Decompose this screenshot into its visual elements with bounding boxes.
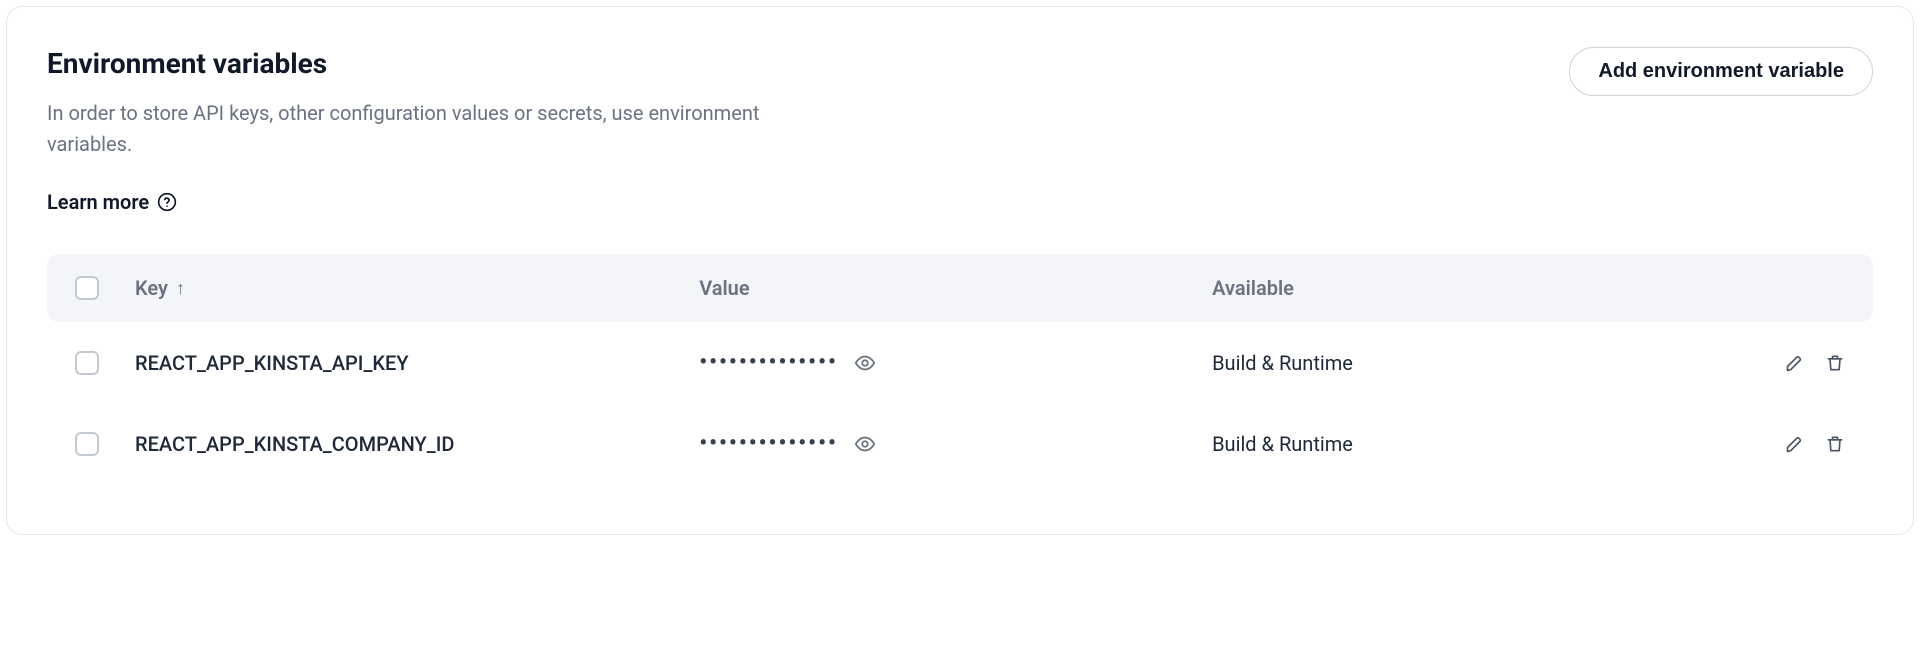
row-checkbox[interactable] — [75, 351, 99, 375]
column-header-value[interactable]: Value — [699, 276, 1212, 300]
column-header-key[interactable]: Key ↑ — [135, 276, 699, 300]
env-var-key: REACT_APP_KINSTA_COMPANY_ID — [135, 432, 699, 456]
reveal-value-button[interactable] — [854, 433, 876, 455]
add-environment-variable-button[interactable]: Add environment variable — [1569, 47, 1873, 96]
edit-button[interactable] — [1785, 353, 1805, 373]
env-var-available: Build & Runtime — [1212, 432, 1725, 456]
row-actions — [1725, 434, 1845, 454]
row-checkbox[interactable] — [75, 432, 99, 456]
table-header-row: Key ↑ Value Available — [47, 254, 1873, 322]
masked-value: •••••••••••••• — [699, 431, 838, 456]
delete-button[interactable] — [1825, 434, 1845, 454]
column-header-available-label: Available — [1212, 276, 1294, 300]
row-select-cell — [75, 432, 135, 456]
env-var-value-cell: •••••••••••••• — [699, 431, 1212, 456]
env-vars-table: Key ↑ Value Available REACT_APP_KINSTA_A… — [47, 254, 1873, 484]
sort-ascending-icon: ↑ — [176, 278, 185, 299]
environment-variables-card: Environment variables In order to store … — [6, 6, 1914, 535]
learn-more-link[interactable]: Learn more — [47, 190, 177, 214]
row-actions — [1725, 353, 1845, 373]
masked-value: •••••••••••••• — [699, 350, 838, 375]
title-block: Environment variables In order to store … — [47, 47, 807, 214]
select-all-cell — [75, 276, 135, 300]
env-var-value-cell: •••••••••••••• — [699, 350, 1212, 375]
table-row: REACT_APP_KINSTA_COMPANY_ID ••••••••••••… — [47, 403, 1873, 484]
reveal-value-button[interactable] — [854, 352, 876, 374]
card-header: Environment variables In order to store … — [47, 47, 1873, 214]
section-title: Environment variables — [47, 47, 807, 80]
learn-more-label: Learn more — [47, 190, 149, 214]
section-description: In order to store API keys, other config… — [47, 98, 807, 160]
edit-button[interactable] — [1785, 434, 1805, 454]
help-icon — [157, 192, 177, 212]
row-select-cell — [75, 351, 135, 375]
table-row: REACT_APP_KINSTA_API_KEY •••••••••••••• … — [47, 322, 1873, 403]
column-header-key-label: Key — [135, 276, 168, 300]
delete-button[interactable] — [1825, 353, 1845, 373]
env-var-available: Build & Runtime — [1212, 351, 1725, 375]
select-all-checkbox[interactable] — [75, 276, 99, 300]
column-header-value-label: Value — [699, 276, 749, 300]
env-var-key: REACT_APP_KINSTA_API_KEY — [135, 351, 699, 375]
table-body: REACT_APP_KINSTA_API_KEY •••••••••••••• … — [47, 322, 1873, 484]
column-header-available[interactable]: Available — [1212, 276, 1725, 300]
